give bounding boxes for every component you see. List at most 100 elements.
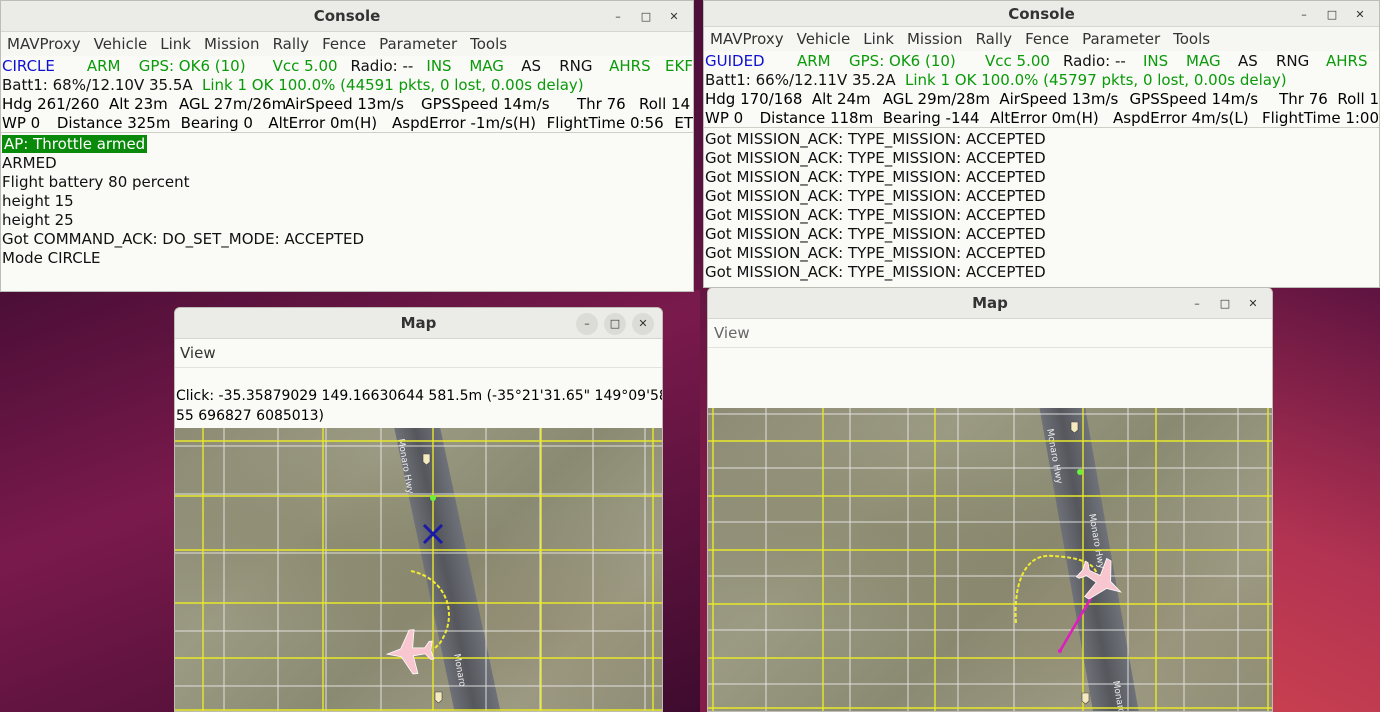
log-line: Got MISSION_ACK: TYPE_MISSION: ACCEPTED: [705, 168, 1046, 186]
menubar: MAVProxy Vehicle Link Mission Rally Fenc…: [704, 27, 1379, 51]
maximize-button[interactable]: □: [1214, 293, 1236, 315]
minimize-button[interactable]: –: [1293, 3, 1315, 25]
maximize-button[interactable]: □: [635, 6, 657, 28]
flight-track: [410, 570, 450, 651]
flighttime-value: FlightTime 0:56: [546, 113, 664, 132]
aspderror-value: AspdError -1m/s(H): [392, 113, 536, 132]
map-window-left: Map – □ ✕ View Click: -35.35879029 149.1…: [174, 307, 663, 712]
status-line-3: Hdg 261/260 Alt 23m AGL 27m/26m AirSpeed…: [1, 94, 693, 113]
close-button[interactable]: ✕: [1349, 3, 1371, 25]
menu-mission[interactable]: Mission: [204, 35, 260, 53]
bearing-value: Bearing 0: [180, 113, 253, 132]
aspderror-value: AspdError 4m/s(L): [1113, 108, 1249, 127]
maximize-button[interactable]: □: [1321, 3, 1343, 25]
radio-status: Radio: --: [350, 56, 414, 75]
menubar: MAVProxy Vehicle Link Mission Rally Fenc…: [1, 32, 693, 56]
click-info-panel: [708, 347, 1272, 407]
minimize-button[interactable]: –: [1186, 293, 1208, 315]
status-line-4: WP 0 Distance 118m Bearing -144 AltError…: [704, 108, 1379, 127]
log-line: Got MISSION_ACK: TYPE_MISSION: ACCEPTED: [705, 187, 1046, 205]
map-overlay: [175, 428, 662, 711]
map-grid-minor: [175, 428, 662, 711]
link-status: Link 1 OK 100.0% (44591 pkts, 0 lost, 0.…: [202, 75, 584, 94]
waypoint-value: WP 0: [705, 108, 744, 127]
titlebar: Map – □ ✕: [708, 288, 1272, 319]
mag-status: MAG: [1186, 51, 1221, 70]
minimize-button[interactable]: –: [576, 312, 598, 335]
ahrs-status: AHRS: [609, 56, 651, 75]
alterror-value: AltError 0m(H): [268, 113, 378, 132]
menu-link[interactable]: Link: [160, 35, 191, 53]
as-status: AS: [521, 56, 542, 75]
menu-fence[interactable]: Fence: [322, 35, 366, 53]
menu-mavproxy[interactable]: MAVProxy: [710, 30, 784, 48]
mode-status: CIRCLE: [2, 56, 55, 75]
window-title: Console: [1008, 4, 1075, 23]
roll-value: Roll 14: [639, 94, 691, 113]
arm-status: ARM: [86, 56, 121, 75]
map-view[interactable]: Monaro Hwy Monaro Hwy Monaro: [708, 408, 1272, 711]
ahrs-status: AHRS: [1326, 51, 1368, 70]
mode-status: GUIDED: [705, 51, 765, 70]
menu-tools[interactable]: Tools: [1173, 30, 1210, 48]
aircraft-icon: [385, 629, 435, 675]
altitude-value: Alt 24m: [811, 89, 871, 108]
menu-mavproxy[interactable]: MAVProxy: [7, 35, 81, 53]
airspeed-value: AirSpeed 13m/s: [999, 89, 1119, 108]
status-line-2: Batt1: 68%/12.10V 35.5A Link 1 OK 100.0%…: [1, 75, 693, 94]
menu-tools[interactable]: Tools: [470, 35, 507, 53]
altitude-value: Alt 23m: [109, 94, 168, 113]
menu-rally[interactable]: Rally: [976, 30, 1013, 48]
log-line: Got MISSION_ACK: TYPE_MISSION: ACCEPTED: [705, 206, 1046, 224]
menu-mission[interactable]: Mission: [907, 30, 963, 48]
close-button[interactable]: ✕: [1242, 293, 1264, 315]
menu-vehicle[interactable]: Vehicle: [797, 30, 851, 48]
menu-rally[interactable]: Rally: [273, 35, 310, 53]
map-grid-major: [708, 408, 1272, 711]
click-info-panel: Click: -35.35879029 149.16630644 581.5m …: [175, 367, 662, 427]
as-status: AS: [1238, 51, 1258, 70]
menu-vehicle[interactable]: Vehicle: [94, 35, 148, 53]
gpsspeed-value: GPSSpeed 14m/s: [1129, 89, 1259, 108]
click-coordinates-utm: 55 696827 6085013): [176, 408, 324, 424]
titlebar: Console – □ ✕: [704, 1, 1379, 27]
log-line: Got MISSION_ACK: TYPE_MISSION: ACCEPTED: [705, 225, 1046, 243]
status-line-4: WP 0 Distance 325m Bearing 0 AltError 0m…: [1, 113, 693, 132]
link-status: Link 1 OK 100.0% (45797 pkts, 0 lost, 0.…: [905, 70, 1287, 89]
map-view[interactable]: Monaro Hwy Monaro: [175, 428, 662, 711]
log-line: height 15: [2, 192, 74, 210]
agl-value: AGL 29m/28m: [882, 89, 990, 108]
vcc-status: Vcc 5.00: [272, 56, 338, 75]
menubar: View: [175, 339, 662, 367]
close-button[interactable]: ✕: [663, 6, 685, 28]
click-coordinates: Click: -35.35879029 149.16630644 581.5m …: [176, 388, 662, 404]
et-value: ET: [674, 113, 693, 132]
airspeed-value: AirSpeed 13m/s: [285, 94, 404, 113]
gps-status: GPS: OK6 (10): [138, 56, 246, 75]
bearing-value: Bearing -144: [882, 108, 980, 127]
log-line: Flight battery 80 percent: [2, 173, 190, 191]
menu-link[interactable]: Link: [863, 30, 894, 48]
menu-fence[interactable]: Fence: [1025, 30, 1069, 48]
window-title: Map: [400, 314, 437, 332]
menu-parameter[interactable]: Parameter: [1082, 30, 1160, 48]
gps-status: GPS: OK6 (10): [849, 51, 956, 70]
alterror-value: AltError 0m(H): [989, 108, 1099, 127]
log-line: Got MISSION_ACK: TYPE_MISSION: ACCEPTED: [705, 244, 1046, 262]
message-log: Got MISSION_ACK: TYPE_MISSION: ACCEPTED …: [704, 127, 1379, 282]
close-button[interactable]: ✕: [632, 312, 654, 335]
menu-view[interactable]: View: [714, 324, 750, 342]
ins-status: INS: [1143, 51, 1169, 70]
status-line-1: CIRCLE ARM GPS: OK6 (10) Vcc 5.00 Radio:…: [1, 56, 693, 75]
arm-status: ARM: [797, 51, 831, 70]
aircraft-icon: [1075, 557, 1123, 600]
menu-view[interactable]: View: [180, 344, 216, 362]
message-log: AP: Throttle armed ARMED Flight battery …: [1, 132, 693, 268]
minimize-button[interactable]: –: [607, 6, 629, 28]
window-title: Map: [972, 294, 1008, 312]
window-title: Console: [313, 7, 381, 25]
map-grid-minor: [708, 408, 1272, 711]
menu-parameter[interactable]: Parameter: [379, 35, 457, 53]
ekf-status: EKF: [665, 56, 693, 75]
maximize-button[interactable]: □: [604, 312, 626, 335]
